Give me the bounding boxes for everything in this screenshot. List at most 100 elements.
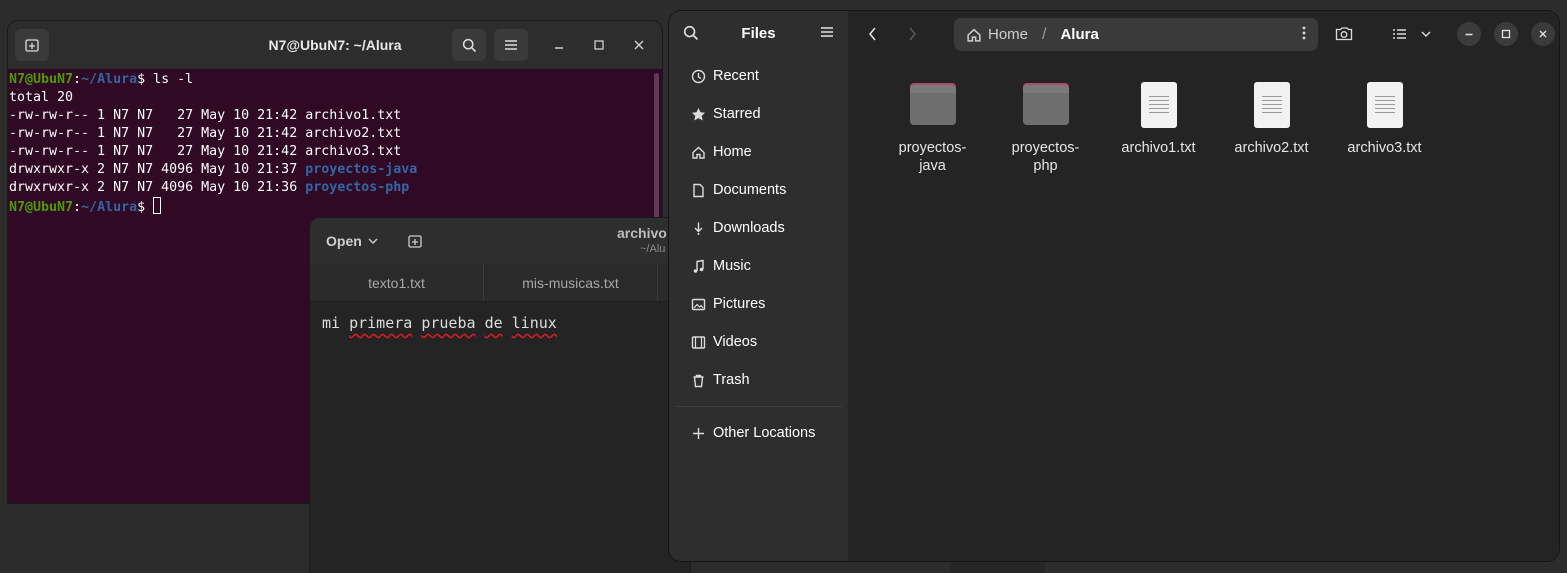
prompt-user: N7@UbuN7 <box>9 200 74 215</box>
sidebar-item-music[interactable]: Music <box>669 247 848 285</box>
list-view-icon <box>1392 29 1406 39</box>
file-name: proyectos- java <box>898 140 967 174</box>
music-note-icon <box>689 257 707 275</box>
file-name: archivo2.txt <box>1234 140 1309 156</box>
terminal-output[interactable]: N7@UbuN7:~/Alura$ ls -l total 20 -rw-rw-… <box>8 69 662 219</box>
path-bar[interactable]: Home / Alura <box>954 18 1318 51</box>
maximize-icon <box>1501 29 1511 39</box>
maximize-button[interactable] <box>587 33 611 57</box>
editor-tabs: texto1.txt mis-musicas.txt <box>310 264 690 302</box>
text-file-icon <box>1247 81 1297 131</box>
main-menu-button[interactable] <box>820 25 834 43</box>
output-line: -rw-rw-r-- 1 N7 N7 27 May 10 21:42 archi… <box>9 144 402 159</box>
file-item[interactable]: archivo1.txt <box>1102 81 1215 175</box>
sidebar-item-home[interactable]: Home <box>669 133 848 171</box>
close-button[interactable] <box>1531 22 1555 46</box>
forward-button[interactable] <box>901 23 923 45</box>
download-icon <box>689 219 707 237</box>
files-sidebar: Files Recent Starred Home Documents Down… <box>669 11 848 561</box>
open-label: Open <box>326 233 362 249</box>
editor-text-area[interactable]: mi primera prueba de linux <box>310 302 690 344</box>
misspelled-word: linux <box>511 314 557 332</box>
sidebar-item-label: Videos <box>713 334 758 350</box>
file-name: proyectos- php <box>1011 140 1080 174</box>
editor-title: archivo <box>617 225 667 241</box>
files-window[interactable]: Files Recent Starred Home Documents Down… <box>669 11 1559 561</box>
back-button[interactable] <box>861 23 883 45</box>
file-item[interactable]: archivo2.txt <box>1215 81 1328 175</box>
minimize-button[interactable] <box>1457 22 1481 46</box>
files-toolbar: Home / Alura <box>848 11 1559 57</box>
misspelled-word: de <box>484 314 503 332</box>
plus-icon <box>689 424 707 442</box>
folder-icon <box>1021 81 1071 131</box>
sidebar-item-label: Home <box>713 144 752 160</box>
close-button[interactable] <box>627 33 651 57</box>
view-list-button[interactable] <box>1387 22 1411 46</box>
hamburger-icon <box>505 40 517 50</box>
breadcrumb-home[interactable]: Home <box>966 26 1028 43</box>
tab-mis-musicas[interactable]: mis-musicas.txt <box>484 264 658 301</box>
tab-texto1[interactable]: texto1.txt <box>310 264 484 301</box>
terminal-scrollbar[interactable] <box>654 73 659 223</box>
sidebar-item-pictures[interactable]: Pictures <box>669 285 848 323</box>
minimize-icon <box>1465 33 1473 36</box>
path-menu-button[interactable] <box>1302 26 1306 45</box>
picture-icon <box>689 295 707 313</box>
sidebar-item-label: Trash <box>713 372 750 388</box>
close-icon <box>634 40 644 50</box>
sidebar-item-starred[interactable]: Starred <box>669 95 848 133</box>
text-editor-window[interactable]: Open archivo ~/Alu texto1.txt mis-musica… <box>310 218 690 573</box>
sidebar-item-trash[interactable]: Trash <box>669 361 848 399</box>
close-icon <box>1539 30 1547 38</box>
sidebar-item-label: Music <box>713 258 751 274</box>
text-cursor <box>153 197 162 214</box>
chevron-left-icon <box>868 27 876 41</box>
sidebar-item-documents[interactable]: Documents <box>669 171 848 209</box>
more-vertical-icon <box>1302 26 1306 40</box>
file-name: archivo3.txt <box>1347 140 1422 156</box>
search-button[interactable] <box>452 29 486 61</box>
new-tab-button[interactable] <box>15 29 49 61</box>
file-item[interactable]: archivo3.txt <box>1328 81 1441 175</box>
clock-icon <box>689 67 707 85</box>
terminal-header[interactable]: N7@UbuN7: ~/Alura <box>8 21 662 69</box>
output-line: drwxrwxr-x 2 N7 N7 4096 May 10 21:37 <box>9 162 306 177</box>
sidebar-item-other-locations[interactable]: Other Locations <box>669 414 848 452</box>
misspelled-word: prueba <box>421 314 476 332</box>
breadcrumb-current[interactable]: Alura <box>1060 26 1098 43</box>
folder-item[interactable]: proyectos- java <box>876 81 989 175</box>
prompt-path: ~/Alura <box>81 200 138 215</box>
home-icon <box>967 28 981 42</box>
home-icon <box>689 143 707 161</box>
new-document-button[interactable] <box>402 229 428 253</box>
sidebar-item-videos[interactable]: Videos <box>669 323 848 361</box>
sidebar-item-label: Downloads <box>713 220 785 236</box>
output-line: drwxrwxr-x 2 N7 N7 4096 May 10 21:36 <box>9 180 306 195</box>
editor-header[interactable]: Open archivo ~/Alu <box>310 218 690 264</box>
minimize-icon <box>555 47 563 49</box>
search-folder-button[interactable] <box>1332 22 1356 46</box>
chevron-right-icon <box>908 27 916 41</box>
maximize-button[interactable] <box>1494 22 1518 46</box>
text-file-icon <box>1360 81 1410 131</box>
sidebar-header: Files <box>669 11 848 57</box>
sidebar-item-label: Other Locations <box>713 425 816 441</box>
misspelled-word: primera <box>349 314 413 332</box>
menu-button[interactable] <box>494 29 528 61</box>
dir-name: proyectos-php <box>305 180 410 195</box>
view-options-button[interactable] <box>1414 22 1438 46</box>
sidebar-item-downloads[interactable]: Downloads <box>669 209 848 247</box>
command-text: ls -l <box>153 72 194 87</box>
search-icon <box>462 38 476 52</box>
folder-icon <box>908 81 958 131</box>
film-icon <box>689 333 707 351</box>
minimize-button[interactable] <box>547 33 571 57</box>
breadcrumb-label: Home <box>988 26 1029 43</box>
open-button[interactable]: Open <box>318 227 386 255</box>
hamburger-icon <box>821 27 833 37</box>
sidebar-item-recent[interactable]: Recent <box>669 57 848 95</box>
text-file-icon <box>1134 81 1184 131</box>
folder-item[interactable]: proyectos- php <box>989 81 1102 175</box>
prompt-path: ~/Alura <box>81 72 138 87</box>
